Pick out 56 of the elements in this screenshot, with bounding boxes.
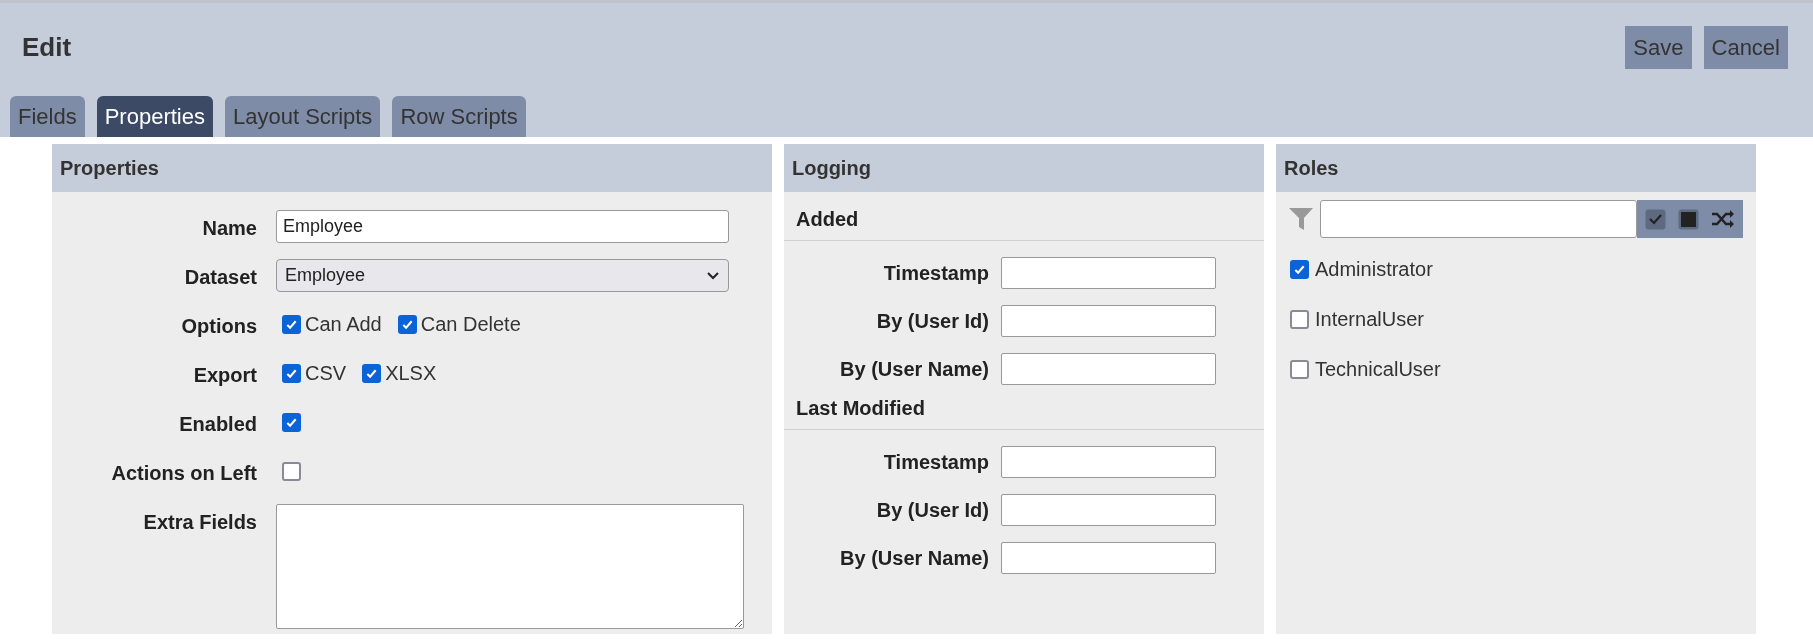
checkbox[interactable]	[282, 314, 301, 334]
tab[interactable]: Properties	[96, 96, 213, 137]
extra-fields-textarea[interactable]	[276, 504, 744, 629]
field-label: Name	[201, 216, 257, 241]
field-label: Actions on Left	[110, 461, 257, 486]
role-label: TechnicalUser	[1315, 357, 1441, 382]
checkbox[interactable]	[397, 314, 417, 334]
checkbox[interactable]	[1290, 259, 1309, 279]
field-label: By (User Name)	[839, 357, 989, 382]
role-label: Administrator	[1315, 257, 1433, 282]
panel-header: Roles	[1276, 144, 1756, 192]
field-label: Timestamp	[882, 261, 989, 286]
section-heading: Last Modified	[784, 393, 1264, 430]
input-field[interactable]	[1001, 542, 1216, 574]
input-field[interactable]	[1001, 353, 1216, 385]
field-label: By (User Id)	[875, 498, 989, 523]
name-field[interactable]: Employee	[276, 210, 729, 243]
tab[interactable]: Row Scripts	[392, 96, 526, 137]
save-button[interactable]: Save	[1625, 26, 1692, 69]
input-field[interactable]	[1001, 257, 1216, 289]
page-title: Edit	[22, 31, 72, 64]
checkbox[interactable]	[282, 461, 301, 481]
chevron-down-icon	[706, 270, 720, 281]
filter-field[interactable]	[1320, 200, 1637, 238]
checkbox[interactable]	[282, 412, 301, 432]
field-label: Enabled	[178, 412, 257, 437]
checkbox-label: CSV	[305, 361, 347, 386]
panel-header: Logging	[784, 144, 1264, 192]
input-field[interactable]	[1001, 305, 1216, 337]
field-label: Options	[180, 314, 257, 339]
role-label: InternalUser	[1315, 307, 1424, 332]
field-label: Export	[192, 363, 257, 388]
uncheck-all-icon[interactable]	[1678, 208, 1699, 230]
checkbox[interactable]	[282, 363, 301, 383]
dataset-dropdown[interactable]: Employee	[276, 259, 729, 292]
checkbox[interactable]	[1290, 359, 1309, 379]
checkbox-label: Can Add	[305, 312, 382, 337]
check-all-icon[interactable]	[1645, 208, 1666, 230]
filter-icon	[1288, 206, 1314, 232]
checkbox[interactable]	[362, 363, 382, 383]
field-label: By (User Name)	[839, 546, 989, 571]
shuffle-icon[interactable]	[1711, 209, 1735, 229]
checkbox-label: Can Delete	[420, 312, 521, 337]
tab[interactable]: Fields	[10, 96, 85, 137]
panel-header: Properties	[52, 144, 772, 192]
field-label: By (User Id)	[875, 309, 989, 334]
cancel-button[interactable]: Cancel	[1703, 26, 1788, 69]
checkbox[interactable]	[1290, 309, 1309, 329]
input-field[interactable]	[1001, 494, 1216, 526]
checkbox-label: XLSX	[385, 361, 437, 386]
tab[interactable]: Layout Scripts	[224, 96, 381, 137]
field-label: Dataset	[183, 265, 257, 290]
section-heading: Added	[784, 204, 1264, 241]
field-label: Timestamp	[882, 450, 989, 475]
field-label: Extra Fields	[142, 510, 257, 535]
input-field[interactable]	[1001, 446, 1216, 478]
